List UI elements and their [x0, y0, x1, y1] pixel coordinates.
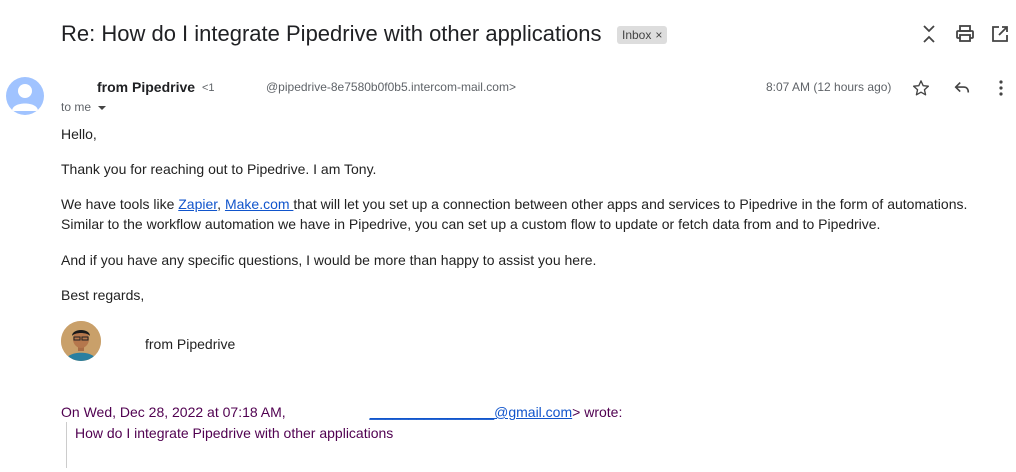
quoted-text: How do I integrate Pipedrive with other …: [75, 425, 394, 441]
star-icon[interactable]: [910, 77, 932, 99]
body-greeting: Hello,: [61, 126, 97, 142]
p2-pre: We have tools like: [61, 196, 179, 212]
print-icon[interactable]: [954, 23, 976, 45]
reply-icon[interactable]: [951, 77, 973, 99]
body-closing: Best regards,: [61, 287, 145, 303]
inbox-label-text: Inbox: [622, 28, 652, 42]
p2-sep: ,: [217, 196, 225, 212]
body-paragraph-2: We have tools like Zapier, Make.com that…: [61, 194, 991, 234]
zapier-link[interactable]: Zapier: [178, 196, 217, 212]
email-subject: Re: How do I integrate Pipedrive with ot…: [61, 21, 602, 46]
remove-label-icon[interactable]: ×: [655, 28, 662, 42]
body-paragraph-3: And if you have any specific questions, …: [61, 252, 597, 268]
message-time: 8:07 AM (12 hours ago): [766, 80, 892, 94]
inbox-label-badge[interactable]: Inbox ×: [617, 26, 668, 44]
more-vert-icon[interactable]: [990, 77, 1012, 99]
sender-name[interactable]: from Pipedrive: [97, 79, 195, 95]
sender-avatar[interactable]: [6, 77, 44, 115]
signature-avatar: [61, 321, 101, 361]
quoted-email-link[interactable]: ________________@gmail.com: [370, 404, 573, 420]
quote-intro: On Wed, Dec 28, 2022 at 07:18 AM, ______…: [61, 404, 622, 420]
recipient-details-toggle[interactable]: to me: [61, 100, 107, 114]
body-paragraph-1: Thank you for reaching out to Pipedrive.…: [61, 161, 377, 177]
make-link[interactable]: Make.com: [225, 196, 293, 212]
quote-intro-post: > wrote:: [572, 404, 623, 420]
sender-detail: <1: [202, 82, 215, 94]
to-me-label: to me: [61, 100, 92, 114]
chevron-down-icon: [98, 105, 107, 110]
quote-intro-pre: On Wed, Dec 28, 2022 at 07:18 AM,: [61, 404, 290, 420]
open-in-new-window-icon[interactable]: [989, 23, 1011, 45]
signature-name: from Pipedrive: [145, 336, 236, 352]
expand-collapse-icon[interactable]: [918, 22, 940, 46]
quote-bar: [66, 422, 67, 468]
sender-email: @pipedrive-8e7580b0f0b5.intercom-mail.co…: [266, 80, 516, 94]
